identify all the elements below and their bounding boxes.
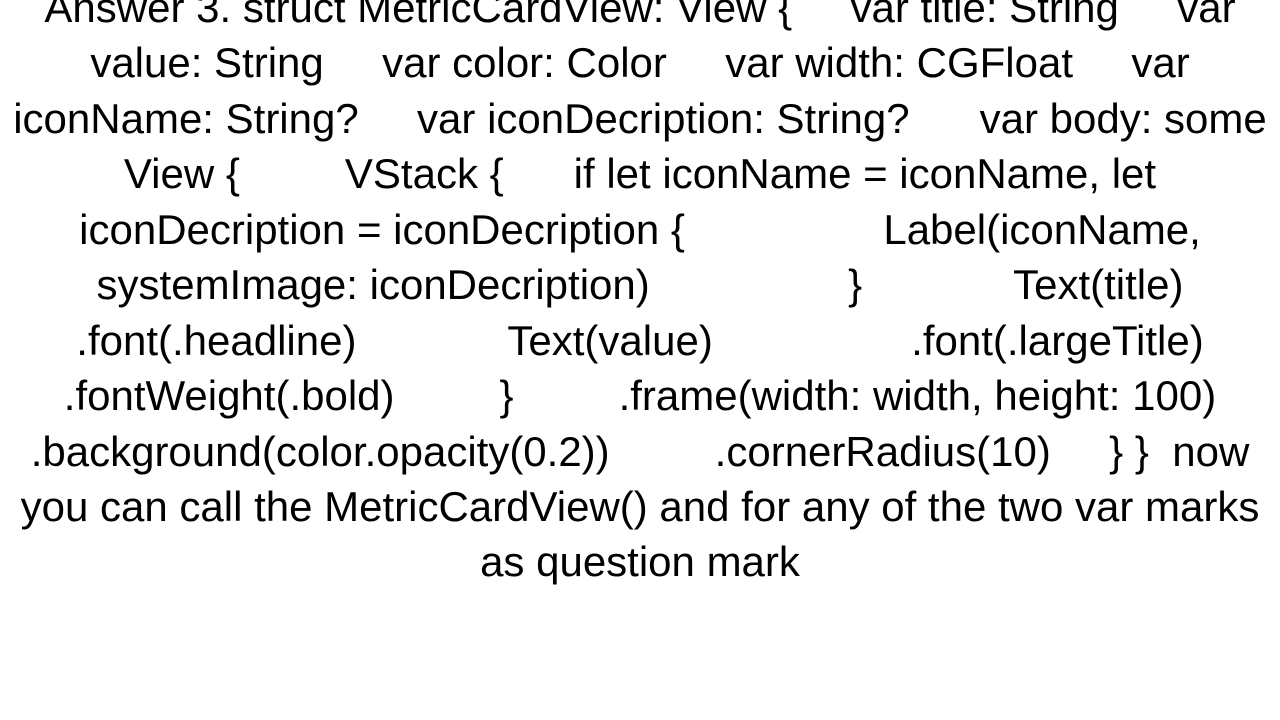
- page-container: Answer 3. struct MetricCardView: View { …: [0, 0, 1280, 720]
- answer-body-text: Answer 3. struct MetricCardView: View { …: [0, 0, 1280, 590]
